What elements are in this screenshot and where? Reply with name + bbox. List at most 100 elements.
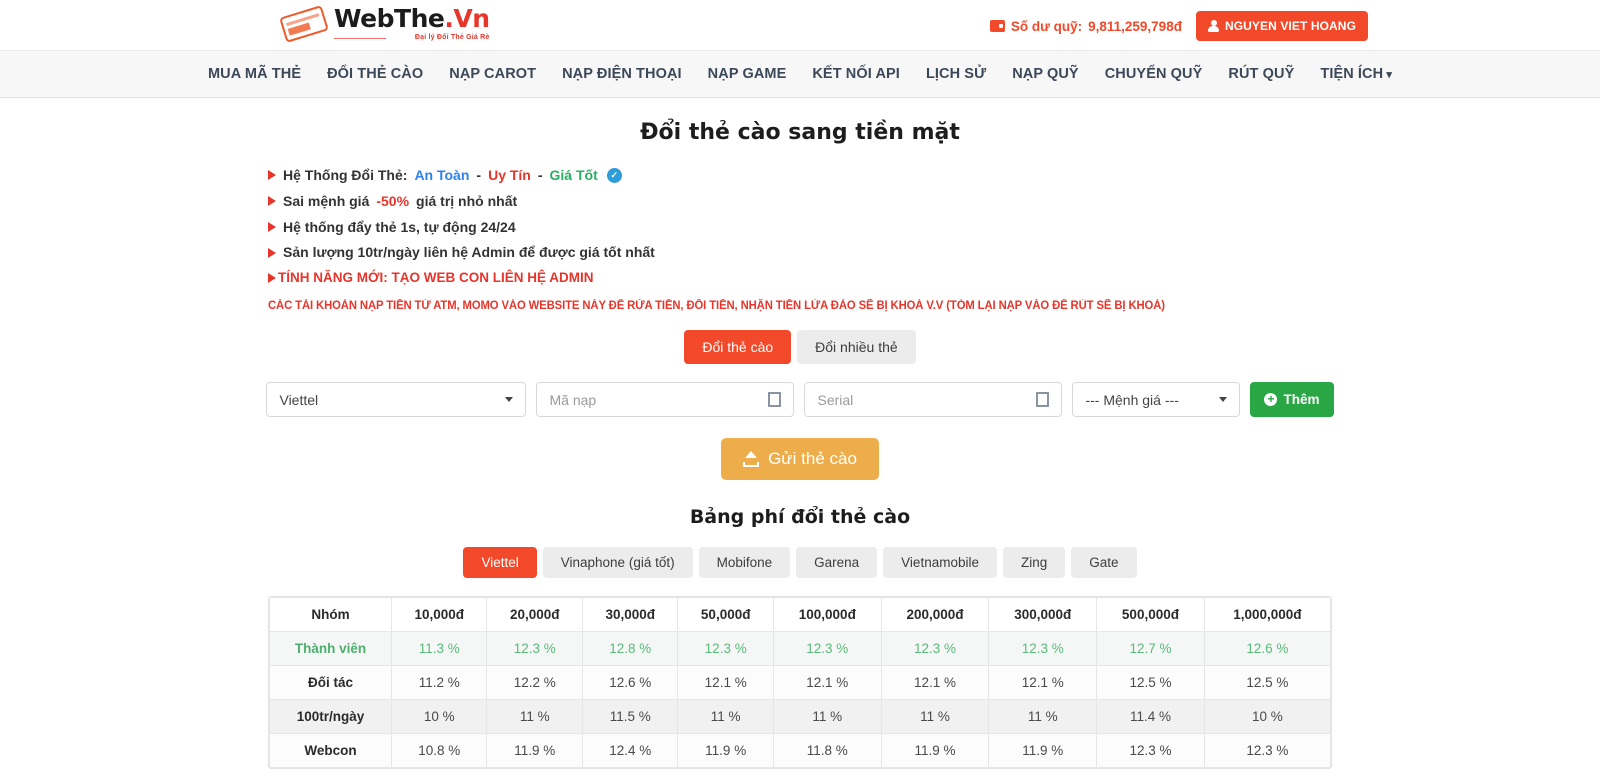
triangle-bullet-icon	[268, 221, 276, 232]
fee-cell: 11.9 %	[880, 733, 990, 769]
bullet-text: Hệ thống đẩy thẻ 1s, tự động 24/24	[283, 218, 516, 235]
nav-item-0[interactable]: MUA MÃ THẺ	[195, 66, 314, 82]
submit-card-button[interactable]: Gửi thẻ cào	[721, 438, 879, 481]
bullet-text: Sản lượng 10tr/ngày liên hệ Admin để đượ…	[283, 244, 655, 261]
fee-cell: 12.8 %	[581, 631, 679, 667]
provider-tab-6[interactable]: Gate	[1071, 547, 1137, 579]
provider-tab-1[interactable]: Vinaphone (giá tốt)	[542, 547, 693, 579]
promo-text: TÍNH NĂNG MỚI: TẠO WEB CON LIÊN HỆ ADMIN	[278, 270, 594, 286]
bullet-discount: -50%	[376, 192, 410, 209]
chevron-down-icon	[1219, 397, 1228, 403]
main-content: Đổi thẻ cào sang tiền mặt Hệ Thống Đổi T…	[0, 98, 1600, 770]
bullet-text: Sai mệnh giá	[283, 192, 370, 209]
fee-cell: 12.1 %	[880, 665, 990, 701]
list-item: Sai mệnh giá -50% giá trị nhỏ nhất	[268, 193, 1600, 210]
promo-notice: TÍNH NĂNG MỚI: TẠO WEB CON LIÊN HỆ ADMIN	[268, 270, 1600, 286]
main-navigation: MUA MÃ THẺ ĐỔI THẺ CÀO NẠP CAROT NẠP ĐIỆN T…	[0, 50, 1600, 98]
serial-input[interactable]	[817, 391, 1037, 408]
table-row: 100tr/ngày 10 % 11 % 11.5 % 11 % 11 % 11 % 11 %…	[269, 699, 1331, 735]
nav-item-7[interactable]: NẠP QUỸ	[999, 66, 1092, 82]
fee-cell: 11.4 %	[1096, 699, 1205, 735]
nav-item-2[interactable]: NẠP CAROT	[436, 66, 549, 82]
fee-cell: 11 %	[677, 699, 774, 735]
column-header-6: 200,000đ	[880, 597, 990, 633]
fee-table-body: Thành viên 11.3 % 12.3 % 12.8 % 12.3 % 12.3 %…	[269, 631, 1331, 769]
bullet-highlight-safe: An Toàn	[414, 167, 470, 183]
user-account-button[interactable]: NGUYEN VIET HOANG	[1195, 11, 1368, 41]
provider-tab-4[interactable]: Vietnamobile	[883, 547, 997, 579]
card-code-input[interactable]	[549, 391, 769, 408]
nav-item-5[interactable]: KẾT NỐI API	[799, 66, 913, 82]
denomination-select[interactable]: --- Mệnh giá ---	[1072, 382, 1241, 418]
paste-icon[interactable]	[1036, 392, 1050, 408]
fee-cell: 12.3 %	[772, 631, 882, 667]
nav-item-8[interactable]: CHUYỂN QUỸ	[1092, 66, 1216, 82]
mode-tab-1[interactable]: Đổi nhiều thẻ	[797, 330, 916, 365]
bullet-highlight-trust: Uy Tín	[488, 167, 531, 183]
fee-table-title: Bảng phí đổi thẻ cào	[689, 506, 911, 529]
fee-cell: 12.3 %	[1096, 733, 1205, 769]
bullet-text: Hệ Thống Đổi Thẻ:	[283, 167, 408, 183]
mode-tab-0[interactable]: Đổi thẻ cào	[684, 330, 792, 365]
list-item: Sản lượng 10tr/ngày liên hệ Admin để đượ…	[268, 244, 1600, 261]
fee-cell: 11.9 %	[486, 733, 583, 769]
fee-cell: 10 %	[390, 699, 488, 735]
fee-cell: 12.6 %	[581, 665, 679, 701]
table-header-row: Nhóm 10,000đ 20,000đ 30,000đ 50,000đ 100,000đ…	[269, 597, 1331, 633]
fee-cell: 11.8 %	[772, 733, 882, 769]
nav-item-6[interactable]: LỊCH SỬ	[913, 66, 999, 82]
top-header: WebThe.Vn Đại lý Đổi Thẻ Giá Rẻ Số dư qu…	[0, 0, 1600, 50]
upload-icon	[743, 451, 760, 468]
fee-cell: 12.3 %	[677, 631, 774, 667]
site-logo[interactable]: WebThe.Vn Đại lý Đổi Thẻ Giá Rẻ	[279, 4, 490, 43]
serial-field[interactable]	[804, 382, 1063, 418]
network-select[interactable]: Viettel	[266, 382, 527, 418]
card-code-field[interactable]	[536, 382, 795, 418]
wallet-icon	[989, 20, 1005, 32]
fee-cell: 12.7 %	[1096, 631, 1205, 667]
provider-tab-5[interactable]: Zing	[1002, 547, 1066, 579]
nav-item-1[interactable]: ĐỔI THẺ CÀO	[314, 66, 436, 82]
paste-icon[interactable]	[768, 392, 782, 408]
fee-cell: 11 %	[486, 699, 583, 735]
wallet-balance: Số dư quỹ: 9,811,259,798đ	[989, 19, 1182, 34]
nav-item-9[interactable]: RÚT QUỸ	[1215, 66, 1307, 82]
fee-cell: 12.3 %	[988, 631, 1098, 667]
provider-tab-3[interactable]: Garena	[796, 547, 878, 579]
logo-tagline: Đại lý Đổi Thẻ Giá Rẻ	[334, 34, 490, 41]
fee-cell: 11 %	[880, 699, 990, 735]
feature-bullet-list: Hệ Thống Đổi Thẻ: An Toàn - Uy Tín - Giá…	[268, 167, 1600, 286]
nav-item-10[interactable]: TIỆN ÍCH	[1307, 66, 1405, 82]
fee-cell: 12.1 %	[988, 665, 1098, 701]
bullet-highlight-price: Giá Tốt	[549, 167, 598, 183]
provider-tab-0[interactable]: Viettel	[463, 547, 537, 579]
fee-cell: 12.3 %	[880, 631, 990, 667]
bullet-text-suffix: giá trị nhỏ nhất	[416, 192, 518, 209]
header-actions: Số dư quỹ: 9,811,259,798đ NGUYEN VIET HO…	[989, 11, 1368, 41]
fee-table: Nhóm 10,000đ 20,000đ 30,000đ 50,000đ 100,000đ…	[269, 597, 1331, 769]
fee-cell: 11.2 %	[390, 665, 488, 701]
fee-cell: 12.5 %	[1203, 665, 1331, 701]
fee-cell: 11 %	[772, 699, 882, 735]
fee-cell: 12.1 %	[772, 665, 882, 701]
nav-item-4[interactable]: NẠP GAME	[695, 66, 800, 82]
add-card-button[interactable]: + Thêm	[1250, 382, 1334, 418]
provider-tab-2[interactable]: Mobifone	[698, 547, 791, 579]
table-row: Webcon 10.8 % 11.9 % 12.4 % 11.9 % 11.8 % 11.9…	[269, 733, 1331, 769]
bullet-separator: -	[476, 167, 482, 183]
list-item: Hệ Thống Đổi Thẻ: An Toàn - Uy Tín - Giá…	[268, 167, 1600, 184]
card-exchange-form: Viettel --- Mệnh giá --- + Thêm	[0, 382, 1600, 418]
list-item: Hệ thống đẩy thẻ 1s, tự động 24/24	[268, 219, 1600, 236]
column-header-5: 100,000đ	[772, 597, 882, 633]
fee-cell: 12.5 %	[1096, 665, 1205, 701]
user-name-label: NGUYEN VIET HOANG	[1224, 19, 1356, 33]
page-title: Đổi thẻ cào sang tiền mặt	[640, 120, 960, 145]
nav-item-3[interactable]: NẠP ĐIỆN THOẠI	[549, 66, 695, 82]
submit-row: Gửi thẻ cào	[0, 438, 1600, 481]
fee-cell: 11.5 %	[581, 699, 679, 735]
column-header-3: 30,000đ	[581, 597, 679, 633]
fee-cell: 12.3 %	[1203, 733, 1331, 769]
fee-table-head: Nhóm 10,000đ 20,000đ 30,000đ 50,000đ 100,000đ…	[269, 597, 1331, 633]
fee-cell: 12.1 %	[677, 665, 774, 701]
column-header-0: Nhóm	[269, 597, 392, 633]
